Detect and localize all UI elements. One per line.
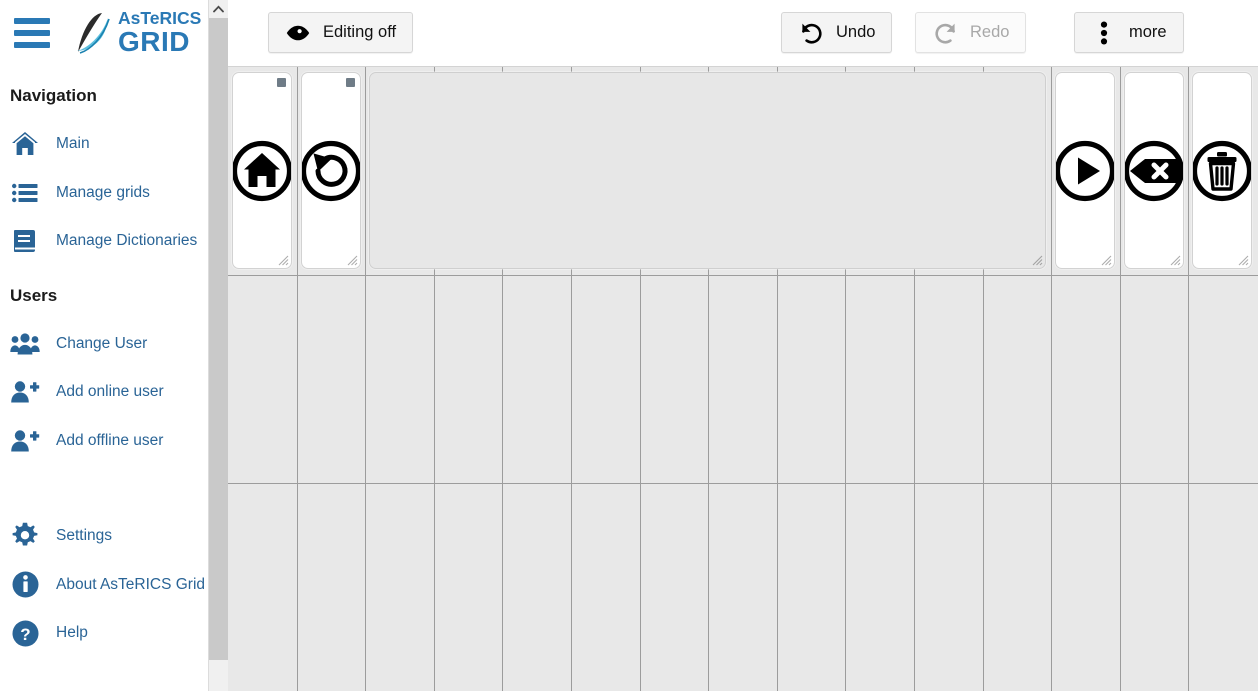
resize-handle-icon[interactable] [1032,255,1043,266]
sidebar: AsTeRICS GRID Navigation Main Manage gri… [0,0,228,691]
app-logo[interactable]: AsTeRICS GRID [72,7,202,58]
sidebar-item-label: Manage grids [56,183,150,201]
grid-column-line [1188,67,1189,691]
grid-canvas[interactable] [228,66,1258,691]
hamburger-bar [14,42,50,48]
hamburger-bar [14,30,50,36]
sidebar-item-label: About AsTeRICS Grid [56,575,206,593]
users-list: Change User Add online user Add offline … [0,320,228,466]
resize-handle-icon[interactable] [1101,255,1112,266]
circled-home-icon [233,140,291,202]
sidebar-item-change-user[interactable]: Change User [0,320,228,369]
cell-corner-marker [346,78,355,87]
redo-button[interactable]: Redo [915,12,1027,53]
sidebar-item-manage-dictionaries[interactable]: Manage Dictionaries [0,217,228,266]
sidebar-item-label: Manage Dictionaries [56,232,198,250]
user-plus-icon [10,426,40,456]
more-label: more [1129,23,1167,41]
toolbar: Editing off Undo Redo more [228,0,1258,66]
hamburger-bar [14,18,50,24]
redo-label: Redo [970,23,1010,41]
info-circle-icon [10,570,40,600]
sidebar-header: AsTeRICS GRID [0,0,228,66]
grid-column-line [365,67,366,691]
application-window: AsTeRICS GRID Navigation Main Manage gri… [0,0,1258,691]
grid-column-line [1120,67,1121,691]
vertical-dots-icon [1091,20,1117,46]
grid-cell-collect[interactable] [369,72,1046,269]
sidebar-item-about[interactable]: About AsTeRICS Grid [0,561,228,610]
grid-cell-backspace[interactable] [1124,72,1184,269]
grid-cell-clear[interactable] [1192,72,1252,269]
grid-row-line [228,483,1258,484]
grid-cell-home[interactable] [232,72,292,269]
grid-column-line [1051,67,1052,691]
scrollbar-thumb[interactable] [209,18,228,660]
resize-handle-icon[interactable] [278,255,289,266]
home-icon [10,129,40,159]
redo-arrow-icon [932,20,958,46]
grid-column-line [297,67,298,691]
more-button[interactable]: more [1074,12,1184,53]
eye-icon [285,20,311,46]
sidebar-footer-list: Settings About AsTeRICS Grid ? Help [0,512,228,658]
grid-cell-speak[interactable] [1055,72,1115,269]
users-icon [10,329,40,359]
asterics-swoosh-icon [72,10,116,56]
grid-cell-back[interactable] [301,72,361,269]
circled-play-icon [1056,140,1114,202]
sidebar-item-help[interactable]: ? Help [0,609,228,658]
navigation-list: Main Manage grids Manage Dictionaries [0,120,228,266]
nav-section-users: Users Change User Add online user Add of… [0,286,228,466]
circled-trash-icon [1193,140,1251,202]
undo-label: Undo [836,23,876,41]
logo-text: AsTeRICS GRID [118,7,202,58]
circled-backspace-icon [1125,140,1183,202]
list-icon [10,178,40,208]
sidebar-item-settings[interactable]: Settings [0,512,228,561]
question-circle-icon: ? [10,618,40,648]
grid-row-line [228,275,1258,276]
hamburger-icon[interactable] [14,18,50,48]
sidebar-item-label: Add online user [56,383,164,401]
user-plus-icon [10,377,40,407]
section-title-navigation: Navigation [10,86,97,105]
chevron-up-icon[interactable] [209,0,228,18]
cell-corner-marker [277,78,286,87]
resize-handle-icon[interactable] [1170,255,1181,266]
editing-toggle-button[interactable]: Editing off [268,12,414,53]
nav-section-navigation: Navigation Main Manage grids Manage Dict… [0,86,228,266]
sidebar-item-add-online-user[interactable]: Add online user [0,368,228,417]
sidebar-scrollbar[interactable] [208,0,228,691]
circled-back-arrow-icon [302,140,360,202]
undo-button[interactable]: Undo [781,12,893,53]
logo-bottom-text: GRID [118,26,190,58]
logo-top-text: AsTeRICS [118,7,202,28]
book-icon [10,226,40,256]
gear-icon [10,521,40,551]
editing-toggle-label: Editing off [323,23,397,41]
sidebar-item-label: Change User [56,334,148,352]
undo-arrow-icon [798,20,824,46]
resize-handle-icon[interactable] [1238,255,1249,266]
sidebar-item-label: Settings [56,527,113,545]
section-title-users: Users [10,285,58,305]
sidebar-item-label: Main [56,135,90,153]
sidebar-item-add-offline-user[interactable]: Add offline user [0,417,228,466]
sidebar-item-label: Help [56,624,88,642]
svg-text:?: ? [20,625,30,644]
sidebar-item-label: Add offline user [56,431,164,449]
sidebar-item-main[interactable]: Main [0,120,228,169]
main-panel: Editing off Undo Redo more [228,0,1258,691]
sidebar-item-manage-grids[interactable]: Manage grids [0,169,228,218]
resize-handle-icon[interactable] [347,255,358,266]
